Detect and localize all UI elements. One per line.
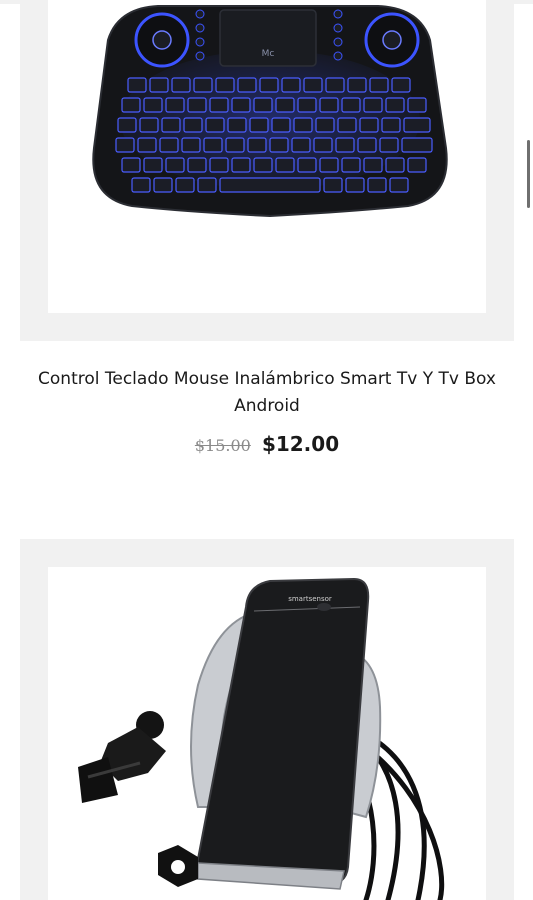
product-image-area[interactable]: smartsensor: [48, 567, 486, 900]
product-card-image-frame[interactable]: smartsensor: [20, 539, 514, 900]
product-list-page: Mc Control Teclado Mouse Inalámbrico Sma…: [0, 0, 533, 900]
sale-price: $12.00: [261, 432, 340, 456]
product-image-area[interactable]: Mc: [48, 0, 486, 313]
wireless-keyboard-icon[interactable]: Mc: [48, 0, 486, 313]
svg-text:smartsensor: smartsensor: [288, 595, 332, 603]
compare-at-price: $15.00: [194, 436, 251, 455]
svg-text:Mc: Mc: [262, 49, 275, 59]
product-title[interactable]: Control Teclado Mouse Inalámbrico Smart …: [20, 366, 514, 420]
product-price-row: $15.00 $12.00: [20, 432, 514, 456]
car-phone-holder-icon[interactable]: smartsensor: [48, 567, 486, 900]
product-card-image-frame[interactable]: Mc: [20, 0, 514, 341]
scrollbar-thumb[interactable]: [527, 140, 530, 208]
